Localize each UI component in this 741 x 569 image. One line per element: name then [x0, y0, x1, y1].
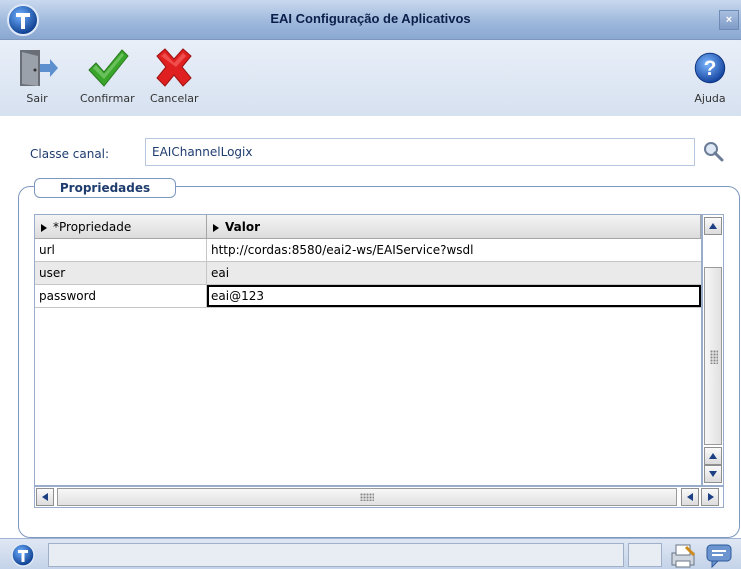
ajuda-label: Ajuda	[694, 92, 726, 105]
propriedade-cell[interactable]: user	[35, 262, 207, 284]
svg-text:?: ?	[704, 57, 717, 80]
classe-canal-input[interactable]: EAIChannelLogix	[145, 138, 695, 166]
valor-cell[interactable]: http://cordas:8580/eai2-ws/EAIService?ws…	[207, 239, 701, 261]
vertical-scroll-thumb[interactable]	[704, 267, 722, 445]
scroll-up-button[interactable]	[704, 217, 722, 235]
column-header-valor-label: Valor	[225, 220, 261, 234]
close-button[interactable]: ×	[719, 10, 739, 30]
vertical-scrollbar[interactable]	[702, 214, 724, 486]
column-header-propriedade[interactable]: *Propriedade	[35, 215, 207, 238]
propriedades-group-title: Propriedades	[34, 178, 176, 198]
classe-canal-label: Classe canal:	[30, 147, 110, 161]
horizontal-scrollbar[interactable]	[34, 486, 724, 508]
scroll-left-secondary-button[interactable]	[681, 488, 699, 506]
confirmar-button[interactable]: Confirmar	[80, 46, 135, 105]
app-logo-icon[interactable]	[10, 542, 36, 568]
grid-header: *Propriedade Valor	[35, 215, 701, 239]
horizontal-scroll-thumb[interactable]	[57, 488, 677, 506]
valor-cell[interactable]: eai	[207, 262, 701, 284]
cancelar-button[interactable]: Cancelar	[150, 46, 199, 105]
grip-icon	[710, 350, 718, 364]
confirmar-label: Confirmar	[80, 92, 135, 105]
ajuda-button[interactable]: ? Ajuda	[690, 46, 730, 105]
grip-icon	[360, 493, 374, 501]
help-question-icon: ?	[694, 52, 726, 84]
arrow-left-icon	[42, 493, 48, 501]
sort-arrow-icon	[41, 223, 47, 232]
column-header-propriedade-label: *Propriedade	[53, 220, 132, 234]
status-bar	[0, 538, 741, 569]
table-row[interactable]: user eai	[35, 262, 701, 285]
arrow-left-icon	[687, 493, 693, 501]
arrow-up-icon	[709, 223, 717, 229]
table-row[interactable]: url http://cordas:8580/eai2-ws/EAIServic…	[35, 239, 701, 262]
scroll-up-small-button[interactable]	[704, 447, 722, 465]
sair-label: Sair	[26, 92, 48, 105]
arrow-up-icon	[709, 453, 717, 459]
exit-door-icon	[20, 50, 58, 86]
arrow-right-icon	[708, 493, 714, 501]
sair-button[interactable]: Sair	[14, 46, 60, 105]
status-message-panel	[48, 543, 624, 567]
valor-cell-selected[interactable]: eai@123	[207, 285, 701, 307]
window-title: EAI Configuração de Aplicativos	[270, 11, 471, 26]
column-header-valor[interactable]: Valor	[207, 215, 701, 238]
checkmark-icon	[88, 49, 129, 87]
sort-arrow-icon	[213, 223, 219, 232]
printer-settings-icon[interactable]	[668, 541, 698, 569]
background-window-edge	[0, 116, 12, 536]
scroll-left-button[interactable]	[36, 488, 54, 506]
status-indicator-panel	[628, 543, 662, 567]
table-row[interactable]: password eai@123	[35, 285, 701, 308]
scroll-down-button[interactable]	[704, 465, 722, 483]
cancelar-label: Cancelar	[150, 92, 199, 105]
propriedade-cell[interactable]: url	[35, 239, 207, 261]
red-x-icon	[156, 48, 192, 87]
window-title-bar: EAI Configuração de Aplicativos ×	[0, 0, 741, 40]
search-icon[interactable]	[702, 140, 724, 162]
chat-message-icon[interactable]	[704, 541, 734, 569]
toolbar: Sair Confirmar Cancelar ? Ajuda	[0, 40, 741, 116]
arrow-down-icon	[709, 471, 717, 477]
properties-grid: *Propriedade Valor url http://cordas:858…	[34, 214, 702, 486]
propriedade-cell[interactable]: password	[35, 285, 207, 307]
scroll-right-button[interactable]	[701, 488, 719, 506]
